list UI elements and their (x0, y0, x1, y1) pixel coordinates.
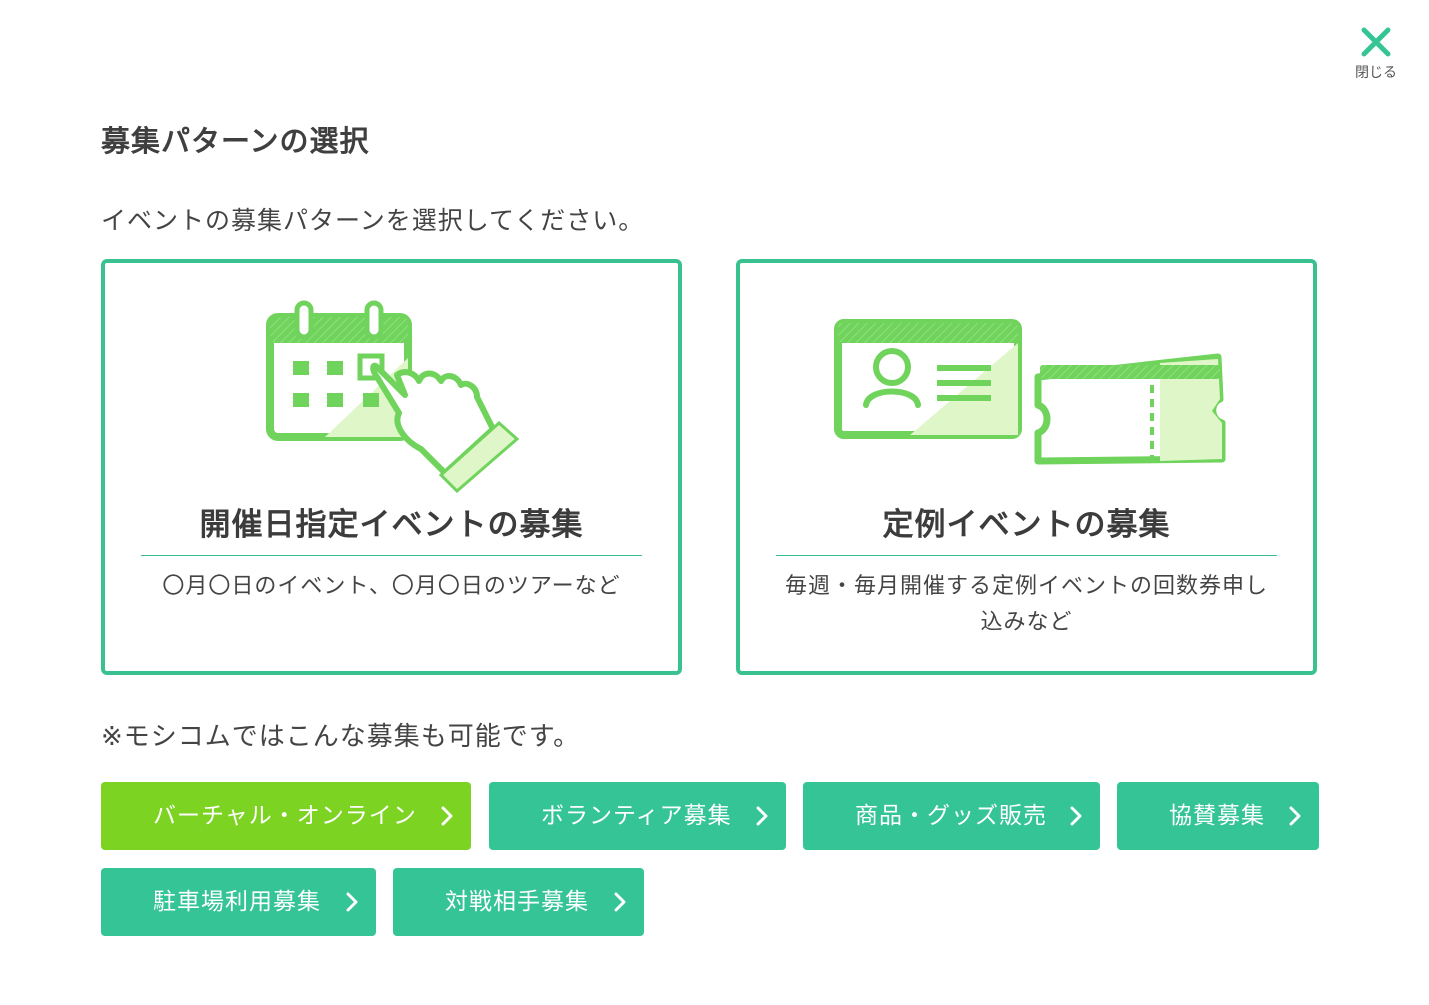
button-label: 駐車場利用募集 (153, 889, 321, 915)
chevron-right-icon (346, 892, 358, 912)
close-icon (1361, 27, 1391, 57)
close-button[interactable]: 閉じる (1346, 22, 1406, 92)
button-label: 対戦相手募集 (445, 889, 589, 915)
button-label: ボランティア募集 (541, 803, 732, 829)
chevron-right-icon (1070, 806, 1082, 826)
chevron-right-icon (614, 892, 626, 912)
page-title: 募集パターンの選択 (101, 124, 370, 158)
pattern-select-modal: 閉じる 募集パターンの選択 イベントの募集パターンを選択してください。 開催日指… (0, 0, 1429, 1005)
card-divider (776, 555, 1277, 556)
card-title: 開催日指定イベントの募集 (199, 507, 584, 543)
membership-card-ticket-icon (834, 319, 1226, 465)
card-description: 〇月〇日のイベント、〇月〇日のツアーなど (162, 574, 621, 599)
card-description: 毎週・毎月開催する定例イベントの回数券申し込みなど (784, 574, 1268, 635)
sponsor-button[interactable]: 協賛募集 (1117, 782, 1319, 850)
card-dated-event[interactable]: 開催日指定イベントの募集 〇月〇日のイベント、〇月〇日のツアーなど (101, 259, 682, 675)
chevron-right-icon (441, 806, 453, 826)
parking-button[interactable]: 駐車場利用募集 (101, 868, 376, 936)
virtual-online-button[interactable]: バーチャル・オンライン (101, 782, 471, 850)
note-text: ※モシコムではこんな募集も可能です。 (101, 722, 581, 752)
button-label: 協賛募集 (1169, 803, 1265, 829)
calendar-hand-icon (266, 300, 520, 493)
lead-text: イベントの募集パターンを選択してください。 (101, 206, 645, 235)
card-recurring-event[interactable]: 定例イベントの募集 毎週・毎月開催する定例イベントの回数券申し込みなど (736, 259, 1317, 675)
button-label: 商品・グッズ販売 (855, 803, 1047, 829)
card-divider (141, 555, 642, 556)
button-label: バーチャル・オンライン (153, 803, 417, 829)
chevron-right-icon (756, 806, 768, 826)
goods-sales-button[interactable]: 商品・グッズ販売 (803, 782, 1100, 850)
opponent-button[interactable]: 対戦相手募集 (393, 868, 644, 936)
chevron-right-icon (1289, 806, 1301, 826)
close-label: 閉じる (1355, 65, 1397, 81)
card-title: 定例イベントの募集 (882, 507, 1171, 543)
volunteer-button[interactable]: ボランティア募集 (489, 782, 786, 850)
